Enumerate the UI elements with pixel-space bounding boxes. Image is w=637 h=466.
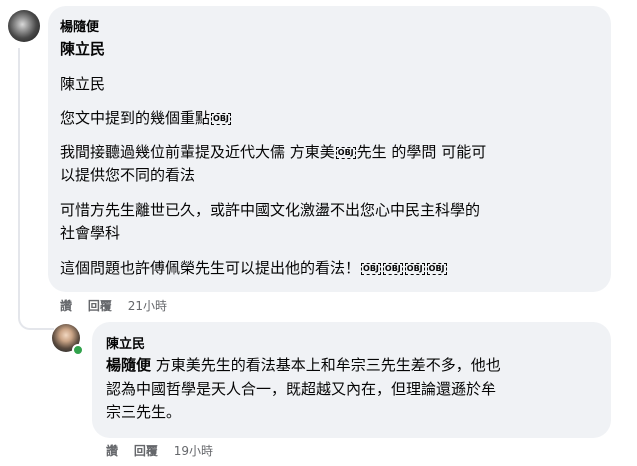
comment-line: 陳立民 [60,75,106,93]
reply-author[interactable]: 陳立民 [106,333,145,352]
object-placeholder-icon: OBJ [426,262,447,275]
object-placeholder-icon: OBJ [361,262,381,275]
online-status-indicator [72,344,84,356]
like-button[interactable]: 讚 [60,299,72,313]
comment-line: 我間接聽過幾位前輩提及近代大儒 方東美 OBJ 先生 的學問 可能可 [60,143,487,161]
comment-line: 社會學科 [60,224,121,242]
comment-author[interactable]: 楊隨便 [60,16,99,35]
reply-line: 認為中國哲學是天人合一，既超越又內在，但理論還遜於牟 [106,380,497,398]
comment-line: 您文中提到的幾個重點 OBJ [60,109,231,127]
comment-actions: 讚 回覆 21小時 [60,297,179,314]
timestamp[interactable]: 21小時 [128,299,167,313]
reply-button[interactable]: 回覆 [134,444,158,458]
mention-tag[interactable]: 陳立民 [60,38,105,59]
object-placeholder-icon: OBJ [335,146,356,159]
reply-line: 宗三先生。 [106,403,182,421]
object-placeholder-icon: OBJ [382,262,403,275]
timestamp[interactable]: 19小時 [174,444,213,458]
reply-actions: 讚 回覆 19小時 [106,442,225,459]
like-button[interactable]: 讚 [106,444,118,458]
object-placeholder-icon: OBJ [211,112,231,125]
object-placeholder-icon: OBJ [404,262,425,275]
comment-line: 這個問題也許傅佩榮先生可以提出他的看法！ OBJ OBJ OBJ OBJ [60,259,447,277]
comment-line: 以提供您不同的看法 [60,166,196,184]
avatar-commenter[interactable] [8,10,40,42]
mention-tag[interactable]: 楊隨便 [106,356,151,374]
reply-button[interactable]: 回覆 [88,299,112,313]
reply-line: 楊隨便 方東美先生的看法基本上和牟宗三先生差不多，他也 [106,356,501,374]
comment-line: 可惜方先生離世已久，或許中國文化激盪不出您心中民主科學的 [60,201,481,219]
